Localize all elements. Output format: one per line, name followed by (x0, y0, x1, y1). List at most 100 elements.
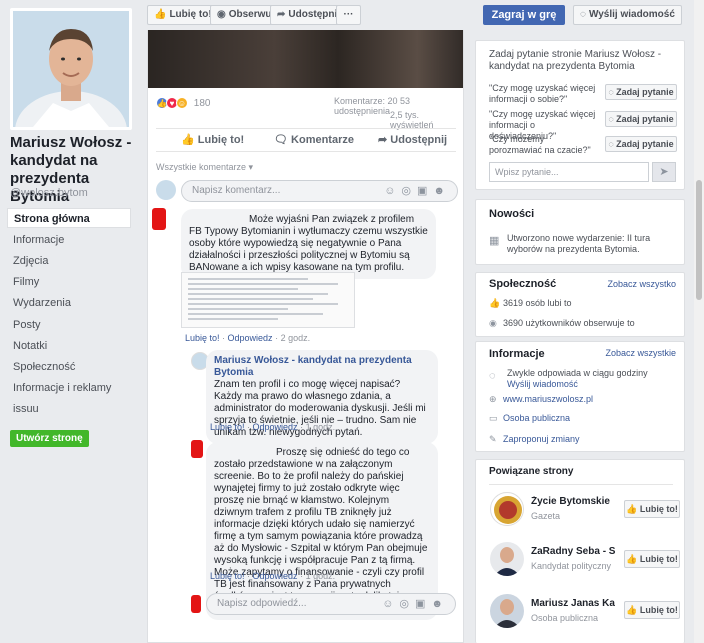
info-title: Informacje (489, 348, 545, 360)
like-page-label: Lubię to! (169, 9, 212, 20)
ask-button-label: Zadaj pytanie (616, 139, 674, 149)
related-page-avatar[interactable] (490, 542, 524, 576)
scrollbar-thumb[interactable] (696, 180, 702, 300)
see-all-link[interactable]: Zobacz wszystko (607, 279, 676, 289)
comment-icon: 🗨 (274, 134, 292, 146)
send-icon[interactable]: ➤ (652, 162, 676, 182)
related-like-button[interactable]: 👍 Lubię to! (624, 550, 680, 568)
likes-count[interactable]: 3619 osób lubi to (503, 298, 572, 308)
comment-reply-link[interactable]: Odpowiedz (228, 333, 273, 343)
comment-reply-link[interactable]: Odpowiedz (253, 422, 298, 432)
website-row: ⊕ www.mariuszwolosz.pl (489, 394, 593, 405)
profile-picture[interactable] (10, 8, 132, 130)
related-like-button[interactable]: 👍 Lubię to! (624, 500, 680, 518)
related-page-name[interactable]: Mariusz Janas Ka... (531, 598, 615, 609)
share-page-label: Udostępnij (288, 9, 341, 20)
related-title: Powiązane strony (489, 466, 574, 477)
related-like-label: Lubię to! (639, 554, 678, 564)
reply-input[interactable]: Napisz odpowiedź... ☺◎▣☻ (206, 593, 456, 615)
nav-info-ads[interactable]: Informacje i reklamy (7, 378, 131, 398)
thumbs-up-icon: 👍 (626, 605, 640, 615)
send-message-button[interactable]: ◌ Wyślij wiadomość (573, 5, 682, 25)
comment-1-meta: Lubię to! · Odpowiedz · 2 godz. (185, 333, 311, 343)
followers-count[interactable]: 3690 użytkowników obserwuje to (503, 318, 635, 328)
see-all-link[interactable]: Zobacz wszystkie (605, 348, 676, 358)
category-link[interactable]: Osoba publiczna (503, 413, 570, 423)
scrollbar[interactable] (694, 0, 704, 643)
comment-time[interactable]: 2 godz. (281, 333, 311, 343)
question-input[interactable]: Wpisz pytanie... (489, 162, 649, 182)
news-text[interactable]: Utworzono nowe wydarzenie: II tura wybor… (507, 233, 677, 255)
reply-author[interactable]: Mariusz Wołosz - kandydat na prezydenta … (214, 355, 412, 378)
more-options-button[interactable]: ··· (336, 5, 361, 25)
nav-videos[interactable]: Filmy (7, 272, 131, 292)
nav-posts[interactable]: Posty (7, 315, 131, 335)
create-page-button[interactable]: Utwórz stronę (10, 430, 89, 447)
suggest-edits-link[interactable]: Zaproponuj zmiany (503, 434, 580, 444)
pencil-icon: ✎ (489, 434, 497, 444)
related-like-label: Lubię to! (639, 605, 678, 615)
globe-icon: ⊕ (489, 394, 497, 404)
messenger-icon: ◌ (489, 370, 496, 382)
haha-reaction-icon: ☺ (176, 97, 188, 109)
related-page-name[interactable]: Życie Bytomskie (531, 496, 615, 507)
comment-reply-link[interactable]: Odpowiedz (253, 571, 298, 581)
community-card: Społeczność Zobacz wszystko 👍 3619 osób l… (475, 272, 685, 337)
redacted-avatar (191, 440, 203, 458)
ask-question-button[interactable]: ◌ Zadaj pytanie (605, 136, 677, 152)
followers-row: ◉ 3690 użytkowników obserwuje to (489, 318, 635, 329)
category-row: ▭ Osoba publiczna (489, 413, 570, 424)
user-avatar (156, 180, 176, 200)
reply-tools[interactable]: ☺◎▣☻ (382, 594, 449, 614)
comment-like-link[interactable]: Lubię to! (185, 333, 220, 343)
like-page-button[interactable]: 👍 Lubię to! (147, 5, 219, 25)
nav-issuu[interactable]: issuu (7, 399, 131, 419)
calendar-icon: ▦ (489, 235, 500, 247)
comment-filter-dropdown[interactable]: Wszystkie komentarze ▾ (156, 162, 253, 173)
post-comment-button[interactable]: 🗨 Komentarze (274, 133, 354, 146)
thumbs-up-icon: 👍 (626, 504, 640, 514)
send-message-label: Wyślij wiadomość (588, 9, 675, 20)
info-card: Informacje Zobacz wszystkie Zwykle odpow… (475, 341, 685, 452)
attached-screenshot[interactable] (181, 272, 355, 328)
thumbs-up-icon: 👍 (489, 298, 501, 308)
comment-tools[interactable]: ☺◎▣☻ (384, 181, 451, 201)
send-message-link[interactable]: Wyślij wiadomość (507, 379, 578, 389)
comment-like-link[interactable]: Lubię to! (210, 571, 245, 581)
comment-time[interactable]: 1 godz. (306, 571, 336, 581)
ask-button-label: Zadaj pytanie (616, 87, 674, 97)
comment-like-link[interactable]: Lubię to! (210, 422, 245, 432)
reaction-summary[interactable]: 👍 ♥ ☺ 180 (156, 97, 210, 109)
nav-about[interactable]: Informacje (7, 230, 131, 250)
post-card: 👍 ♥ ☺ 180 Komentarze: 20 53 udostępnienia … (147, 30, 464, 643)
messenger-icon: ◌ (580, 9, 586, 20)
nav-events[interactable]: Wydarzenia (7, 293, 131, 313)
question-3: "Czy możemy porozmawiać na czacie?" (489, 134, 591, 155)
reactions-count: 180 (193, 98, 211, 109)
play-game-button[interactable]: Zagraj w grę (483, 5, 565, 25)
comment-time[interactable]: 1 godz. (306, 422, 336, 432)
views-count: 2,5 tys. wyświetleń (390, 110, 434, 130)
related-page-category: Kandydat polityczny (531, 561, 612, 571)
question-1: "Czy mogę uzyskać więcej informacji o so… (489, 83, 596, 104)
related-like-button[interactable]: 👍 Lubię to! (624, 601, 680, 619)
ask-question-button[interactable]: ◌ Zadaj pytanie (605, 111, 677, 127)
nav-photos[interactable]: Zdjęcia (7, 251, 131, 271)
post-like-button[interactable]: 👍 Lubię to! (181, 133, 244, 146)
comment-input[interactable]: Napisz komentarz... ☺◎▣☻ (181, 180, 458, 202)
nav-notes[interactable]: Notatki (7, 336, 131, 356)
post-share-label: Udostępnij (390, 134, 448, 146)
related-page-avatar[interactable] (490, 594, 524, 628)
nav-home[interactable]: Strona główna (7, 208, 131, 228)
thumbs-up-icon: 👍 (181, 134, 198, 146)
followers-icon: ◉ (489, 318, 497, 328)
website-link[interactable]: www.mariuszwolosz.pl (503, 394, 593, 404)
post-share-button[interactable]: ➦ Udostępnij (378, 133, 447, 146)
follow-label: Obserwuj (228, 9, 275, 20)
related-page-category: Osoba publiczna (531, 613, 599, 623)
ask-question-button[interactable]: ◌ Zadaj pytanie (605, 84, 677, 100)
post-photo[interactable] (148, 30, 463, 88)
related-page-avatar[interactable] (490, 492, 524, 526)
nav-community[interactable]: Społeczność (7, 357, 131, 377)
related-page-name[interactable]: ZaRadny Seba - S... (531, 546, 615, 557)
